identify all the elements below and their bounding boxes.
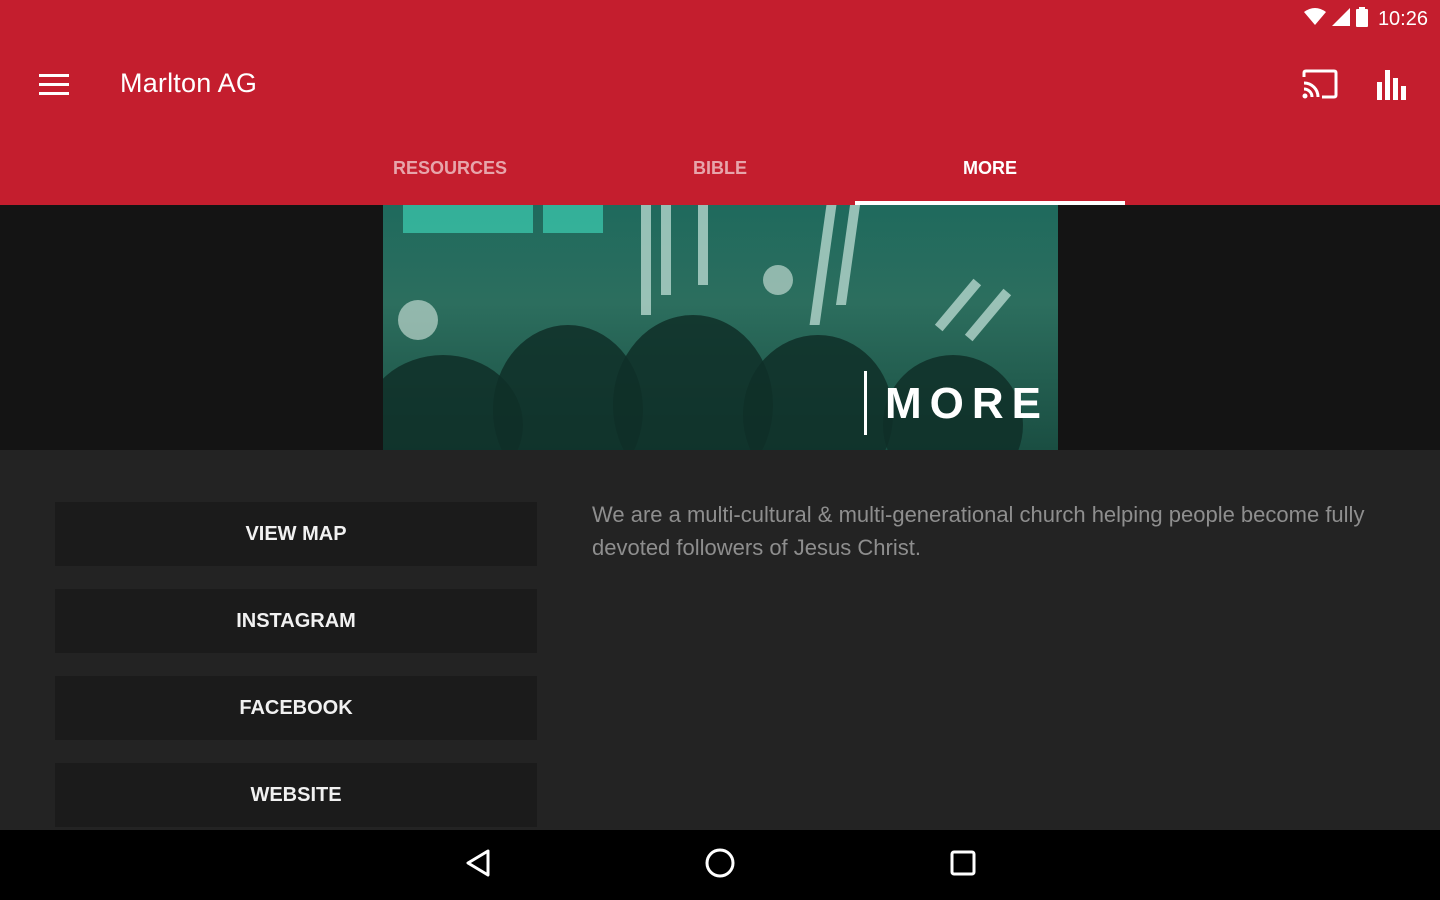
crowd-silhouette [743,335,893,450]
church-description: We are a multi-cultural & multi-generati… [592,502,1365,560]
instagram-button[interactable]: INSTAGRAM [55,589,537,653]
content-panel: VIEW MAP INSTAGRAM FACEBOOK WEBSITE We a… [0,450,1440,830]
recents-icon [949,849,977,882]
facebook-button[interactable]: FACEBOOK [55,676,537,740]
light-beam [641,205,651,315]
light-beam [661,205,671,295]
website-button[interactable]: WEBSITE [55,763,537,827]
recents-button[interactable] [933,840,993,890]
menu-icon [39,73,69,100]
hero-title: MORE [885,379,1049,428]
cast-icon [1302,69,1338,104]
app-title: Marlton AG [120,68,258,98]
tab-bible[interactable]: BIBLE [585,140,855,205]
system-nav-bar [0,830,1440,900]
light-beam [809,205,837,325]
cast-button[interactable] [1296,64,1344,108]
app-bar: 10:26 Marlton AG RESOURCES BIBLE MORE [0,0,1440,205]
status-bar: 10:26 [1303,6,1428,32]
bar-chart-icon [1377,68,1407,105]
light-beam [698,205,708,285]
battery-icon [1355,6,1368,32]
hero-band: MORE [0,205,1440,450]
stage-screen [403,205,533,233]
status-time: 10:26 [1377,7,1428,30]
wifi-icon [1303,7,1326,31]
view-map-button[interactable]: VIEW MAP [55,502,537,566]
light-beam [835,205,861,305]
hero-banner-image: MORE [383,205,1058,450]
stage-light [763,265,793,295]
back-button[interactable] [448,840,508,890]
stage-light [398,300,438,340]
home-icon [704,847,736,884]
back-icon [464,848,492,883]
stage-screen [543,205,603,233]
toolbar: Marlton AG [0,50,1440,122]
hero-divider [864,371,867,435]
light-beam [964,288,1012,342]
menu-button[interactable] [30,64,78,108]
home-button[interactable] [690,840,750,890]
signal-icon [1331,7,1350,31]
tab-bar: RESOURCES BIBLE MORE [315,140,1125,205]
stats-button[interactable] [1368,64,1416,108]
tab-more[interactable]: MORE [855,140,1125,205]
tab-resources[interactable]: RESOURCES [315,140,585,205]
